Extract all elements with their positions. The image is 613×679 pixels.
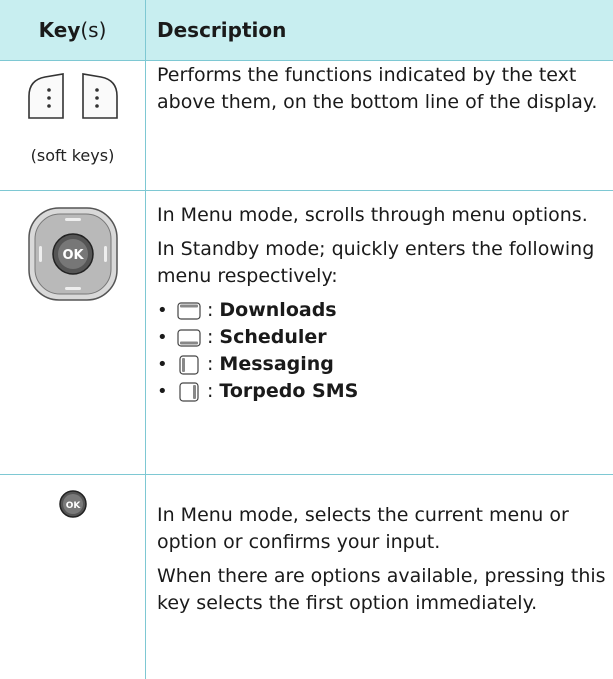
description-text: In Menu mode, selects the current menu o… [157,504,569,553]
list-item: • : Downloads [157,297,607,324]
table-header: Key (s) Description [0,0,613,61]
menu-item-messaging: Messaging [219,353,334,375]
ok-label: OK [62,248,84,263]
list-item: • : Torpedo SMS [157,378,607,405]
nav-right-icon [179,381,199,402]
menu-item-scheduler: Scheduler [219,326,327,348]
description-text: In Standby mode; quickly enters the foll… [157,238,595,287]
column-divider [145,0,146,679]
ok-label: OK [65,501,81,511]
row-divider [0,190,613,191]
ok-key-description: In Menu mode, selects the current menu o… [157,502,607,624]
standby-menu-list: • : Downloads • : Scheduler •: Messagin… [157,297,607,405]
nav-down-icon [177,328,201,347]
list-item: • : Scheduler [157,324,607,351]
header-key: Key (s) [0,0,145,60]
header-description-label: Description [157,18,287,42]
nav-up-icon [177,301,201,320]
soft-keys-description: Performs the functions indicated by the … [157,62,607,123]
menu-item-torpedo-sms: Torpedo SMS [219,380,359,402]
description-text: When there are options available, pressi… [157,565,606,614]
nav-keys-description: In Menu mode, scrolls through menu optio… [157,202,607,405]
ok-key-icon: OK [58,490,87,518]
header-key-suffix: (s) [80,18,107,42]
soft-keys-icon [27,73,118,119]
nav-left-icon [179,354,199,375]
key-description-table: Key (s) Description (soft keys) Performs … [0,0,613,679]
soft-keys-caption: (soft keys) [30,146,115,165]
description-text: Performs the functions indicated by the … [157,64,598,113]
row-divider [0,474,613,475]
menu-item-downloads: Downloads [219,299,337,321]
soft-keys-cell: (soft keys) [0,72,145,165]
header-description: Description [157,0,286,60]
list-item: • : Messaging [157,351,607,378]
ok-key-cell: OK [0,489,145,519]
header-key-label: Key [38,18,81,42]
description-text: In Menu mode, scrolls through menu optio… [157,204,588,226]
nav-ok-keypad-icon: OK [27,207,118,301]
nav-keys-cell: OK [0,204,145,304]
